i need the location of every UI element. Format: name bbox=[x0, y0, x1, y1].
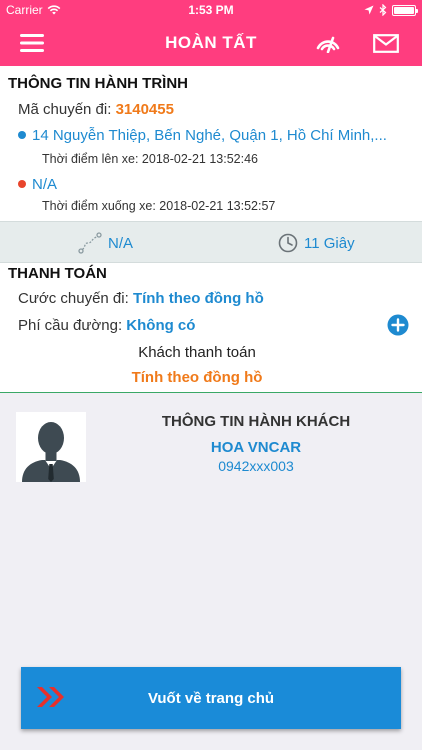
status-right-icons bbox=[364, 4, 418, 16]
pickup-address: 14 Nguyễn Thiệp, Bến Nghé, Quận 1, Hồ Ch… bbox=[32, 127, 387, 144]
dropoff-address: N/A bbox=[32, 176, 58, 193]
passenger-section-title: THÔNG TIN HÀNH KHÁCH bbox=[161, 413, 351, 430]
dropoff-time-value: 2018-02-21 13:52:57 bbox=[159, 199, 276, 213]
double-chevron-right-icon bbox=[37, 687, 64, 707]
duration-value: 11 Giây bbox=[304, 234, 355, 252]
navbar: HOÀN TẤT bbox=[0, 20, 422, 66]
bluetooth-icon bbox=[379, 4, 387, 16]
trip-info-card: THÔNG TIN HÀNH TRÌNH Mã chuyến đi: 31404… bbox=[0, 66, 422, 221]
wifi-icon bbox=[47, 5, 61, 15]
clock-icon bbox=[278, 233, 298, 253]
toll-label: Phí cầu đường: bbox=[18, 317, 123, 334]
menu-button[interactable] bbox=[10, 20, 54, 66]
location-arrow-icon bbox=[364, 5, 374, 15]
route-icon bbox=[78, 232, 102, 254]
status-time: 1:53 PM bbox=[188, 3, 234, 17]
pickup-time-row: Thời điểm lên xe: 2018-02-21 13:52:46 bbox=[42, 152, 258, 166]
fare-label: Cước chuyến đi: bbox=[18, 290, 129, 307]
user-avatar-icon bbox=[22, 422, 80, 482]
status-bar: Carrier 1:53 PM bbox=[0, 0, 422, 20]
swipe-home-button[interactable]: Vuốt về trang chủ bbox=[21, 667, 401, 729]
trip-code-label: Mã chuyến đi: bbox=[18, 101, 112, 118]
payment-card: THANH TOÁN Cước chuyến đi: Tính theo đồn… bbox=[0, 263, 422, 393]
passenger-phone: 0942xxx003 bbox=[218, 458, 294, 474]
fare-row: Cước chuyến đi: Tính theo đồng hồ bbox=[18, 290, 264, 307]
pickup-dot-icon bbox=[18, 131, 26, 140]
add-toll-icon[interactable] bbox=[387, 314, 409, 336]
pickup-address-row: 14 Nguyễn Thiệp, Bến Nghé, Quận 1, Hồ Ch… bbox=[18, 127, 387, 144]
duration-summary: 11 Giây bbox=[278, 222, 355, 264]
payment-section-title: THANH TOÁN bbox=[8, 265, 107, 282]
payer-value: Tính theo đồng hồ bbox=[131, 369, 263, 386]
trip-code-value: 3140455 bbox=[115, 101, 174, 118]
swipe-home-label: Vuốt về trang chủ bbox=[147, 689, 275, 707]
passenger-name: HOA VNCAR bbox=[210, 439, 302, 456]
trip-code-row: Mã chuyến đi: 3140455 bbox=[18, 101, 174, 118]
trip-summary-bar: N/A 11 Giây bbox=[0, 221, 422, 263]
toll-row: Phí cầu đường: Không có bbox=[18, 317, 195, 334]
hamburger-menu-icon bbox=[20, 34, 44, 52]
fare-value: Tính theo đồng hồ bbox=[132, 290, 264, 307]
battery-icon bbox=[392, 4, 418, 16]
trip-section-title: THÔNG TIN HÀNH TRÌNH bbox=[8, 75, 188, 92]
pickup-time-value: 2018-02-21 13:52:46 bbox=[141, 152, 258, 166]
pickup-time-label: Thời điểm lên xe: bbox=[42, 152, 139, 166]
dropoff-time-label: Thời điểm xuống xe: bbox=[42, 199, 156, 213]
distance-value: N/A bbox=[108, 234, 134, 252]
dropoff-address-row: N/A bbox=[18, 176, 57, 193]
toll-value: Không có bbox=[126, 317, 196, 334]
passenger-info: THÔNG TIN HÀNH KHÁCH HOA VNCAR 0942xxx00… bbox=[0, 405, 422, 485]
dropoff-dot-icon bbox=[18, 180, 26, 189]
carrier-indicator: Carrier bbox=[6, 3, 61, 17]
dropoff-time-row: Thời điểm xuống xe: 2018-02-21 13:52:57 bbox=[42, 199, 275, 213]
payer-label: Khách thanh toán bbox=[138, 344, 256, 361]
signal-strength-icon bbox=[316, 36, 340, 53]
mail-icon bbox=[373, 33, 399, 53]
signal-button[interactable] bbox=[306, 20, 350, 66]
avatar bbox=[16, 412, 86, 482]
carrier-label: Carrier bbox=[6, 3, 43, 17]
message-button[interactable] bbox=[364, 20, 408, 66]
page-title: HOÀN TẤT bbox=[165, 33, 257, 52]
distance-summary: N/A bbox=[78, 222, 133, 264]
